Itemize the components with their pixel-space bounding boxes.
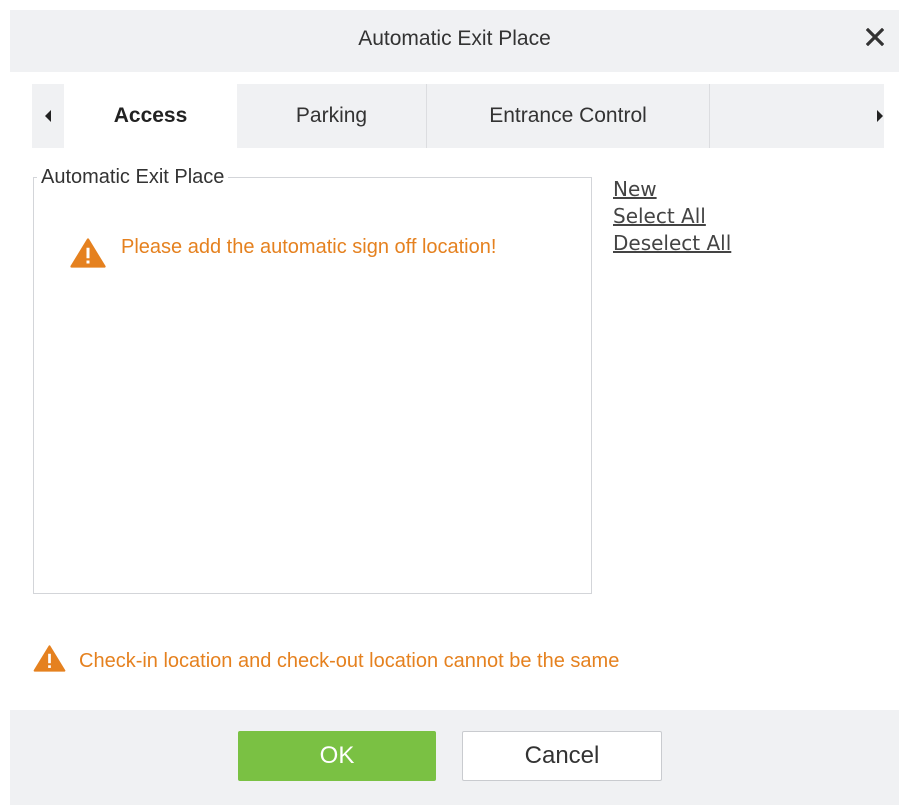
automatic-exit-place-panel: Automatic Exit Place Please add the auto… <box>33 166 592 594</box>
tab-bar: Access Parking Entrance Control <box>32 84 884 148</box>
tab-label: Entrance Control <box>489 104 647 127</box>
deselect-all-link[interactable]: Deselect All <box>613 230 731 257</box>
warning-icon <box>70 238 106 276</box>
tab-parking[interactable]: Parking <box>237 84 427 148</box>
validation-note: Check-in location and check-out location… <box>33 645 619 678</box>
dialog-titlebar: Automatic Exit Place <box>10 10 899 72</box>
warning-icon <box>33 645 66 678</box>
tab-label: Access <box>113 104 188 127</box>
panel-legend: Automatic Exit Place <box>37 166 229 189</box>
new-link[interactable]: New <box>613 176 731 203</box>
ok-button[interactable]: OK <box>238 731 436 781</box>
caret-right-icon[interactable] <box>868 104 892 128</box>
validation-note-text: Check-in location and check-out location… <box>79 650 620 672</box>
empty-state-message: Please add the automatic sign off locati… <box>70 234 510 268</box>
dialog-footer: OK Cancel <box>10 710 899 805</box>
tab-label: Parking <box>295 104 368 127</box>
tab-access[interactable]: Access <box>64 84 237 148</box>
dialog: Automatic Exit Place Access Parking Entr… <box>10 0 899 805</box>
close-icon[interactable] <box>861 23 889 51</box>
caret-left-icon[interactable] <box>36 104 60 128</box>
panel-actions: New Select All Deselect All <box>613 176 731 257</box>
empty-state-text: Please add the automatic sign off locati… <box>121 236 497 258</box>
cancel-button[interactable]: Cancel <box>462 731 662 781</box>
select-all-link[interactable]: Select All <box>613 203 731 230</box>
dialog-title: Automatic Exit Place <box>358 27 551 50</box>
tab-entrance-control[interactable]: Entrance Control <box>427 84 710 148</box>
